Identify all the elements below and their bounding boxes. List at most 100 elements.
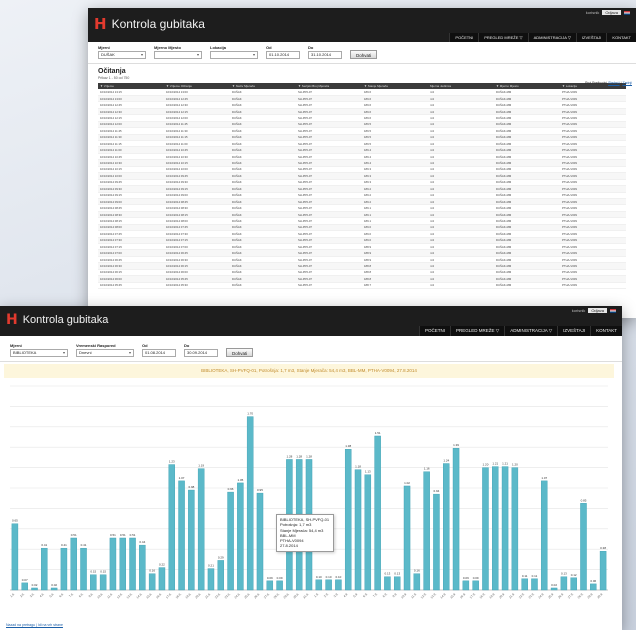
pager-last[interactable]: Zadnji [622, 81, 632, 85]
menu-item-pocetni[interactable]: POČETNI [418, 326, 450, 336]
chart-bar[interactable] [443, 463, 450, 591]
chart-bar[interactable] [256, 492, 264, 591]
chart-bar[interactable] [364, 474, 372, 591]
pager-first-prev[interactable]: Prvi Prethodni [585, 81, 607, 85]
mjerni-select[interactable]: BIBLIOTEKA ▾ [10, 349, 68, 357]
chart-bar[interactable] [541, 480, 548, 591]
chart-bar[interactable] [90, 574, 97, 591]
menu-item-izvestaji[interactable]: IZVEŠTAJI [575, 33, 607, 42]
menu-item-administracija[interactable]: ADMINISTRACIJA ▽ [504, 326, 558, 336]
chart-bar[interactable] [521, 578, 528, 591]
chart-bar[interactable] [384, 576, 391, 591]
chart-bar[interactable] [276, 580, 283, 591]
chart-bar[interactable] [207, 568, 215, 591]
chart-bar[interactable] [266, 580, 274, 591]
dohvati-button[interactable]: Dohvati [350, 50, 378, 59]
chart-bar[interactable] [423, 471, 430, 591]
mjerno-mjesto-select[interactable]: ▾ [154, 51, 202, 59]
chart-bar[interactable] [354, 469, 362, 591]
chart-bar[interactable] [139, 544, 146, 591]
chart-bar[interactable] [570, 577, 577, 591]
chart-bar[interactable] [462, 580, 470, 591]
chart-bar[interactable] [452, 448, 460, 591]
chart-bar[interactable] [237, 482, 244, 591]
menu-item-kontakt[interactable]: KONTAKT [606, 33, 636, 42]
chart-bar[interactable] [168, 464, 175, 591]
pager-next[interactable]: Sledeći [608, 81, 619, 85]
chart-bar[interactable] [335, 579, 342, 591]
table-window: H Kontrola gubitaka korisnik Odjava POČE… [88, 8, 636, 318]
data-label: 0.13 [561, 572, 567, 576]
chart-bar[interactable] [41, 547, 48, 591]
menu-item-administracija[interactable]: ADMINISTRACIJA ▽ [527, 33, 576, 42]
chart-bar[interactable] [325, 579, 332, 591]
chart-bar[interactable] [492, 466, 499, 591]
app-title: Kontrola gubitaka [22, 314, 109, 326]
x-tick-label: 8.9. [382, 592, 388, 598]
consumption-bar-chart[interactable]: 0.65 1.8. 0.07 2.8. 0.02 3.8. 0.41 4.8. 0.02 5.8.… [4, 380, 614, 616]
chart-bar[interactable] [70, 537, 77, 591]
chart-bar[interactable] [550, 587, 558, 591]
chart-bar[interactable] [109, 537, 117, 591]
flag-icon[interactable] [624, 10, 630, 15]
mjerni-value: DUŠAK [101, 52, 115, 57]
chart-bar[interactable] [413, 573, 421, 591]
chart-bar[interactable] [344, 449, 352, 591]
chart-bar[interactable] [129, 537, 136, 591]
chart-bar[interactable] [374, 435, 381, 591]
chart-bar[interactable] [188, 489, 195, 591]
chart-bar[interactable] [50, 587, 58, 591]
x-tick-label: 14.9. [439, 592, 447, 600]
lokacija-select[interactable]: ▾ [210, 51, 258, 59]
x-tick-label: 12.9. [420, 592, 428, 600]
app-logo[interactable]: H Kontrola gubitaka [94, 15, 205, 33]
chart-bar[interactable] [158, 567, 166, 591]
chart-bar[interactable] [60, 547, 68, 591]
chart-bar[interactable] [560, 576, 568, 591]
chart-bar[interactable] [178, 480, 185, 591]
chart-bar[interactable] [472, 580, 479, 591]
chart-bar[interactable] [531, 578, 538, 591]
raspored-select[interactable]: Dnevni ▾ [76, 349, 134, 357]
od-date-input[interactable]: 01.10.2014 [266, 51, 300, 59]
menu-item-pregled-mreze[interactable]: PREGLED MREŽE ▽ [478, 33, 528, 42]
chart-bar[interactable] [119, 537, 126, 591]
chart-bar[interactable] [393, 576, 401, 591]
chart-bar[interactable] [148, 573, 156, 591]
chart-bar[interactable] [99, 574, 107, 591]
chart-bar[interactable] [246, 416, 254, 591]
chart-bar[interactable] [227, 491, 234, 591]
chart-bar[interactable] [482, 467, 489, 591]
menu-item-pocetni[interactable]: POČETNI [449, 33, 479, 42]
flag-icon[interactable] [610, 308, 616, 313]
chart-bar[interactable] [403, 485, 411, 591]
chart-bar[interactable] [80, 547, 87, 591]
mjerni-select[interactable]: DUŠAK ▾ [98, 51, 146, 59]
chart-bar[interactable] [590, 583, 597, 591]
dohvati-button[interactable]: Dohvati [226, 348, 254, 357]
do-date-input[interactable]: 31.10.2014 [308, 51, 342, 59]
chart-bar[interactable] [31, 587, 38, 591]
menu-item-izvestaji[interactable]: IZVEŠTAJI [557, 326, 591, 336]
chart-bar[interactable] [511, 467, 519, 591]
do-date-input[interactable]: 30.09.2014 [184, 349, 218, 357]
footer-links[interactable]: Nazad na pretragu | Idi na vrh strane [6, 623, 63, 627]
menu-item-kontakt[interactable]: KONTAKT [590, 326, 622, 336]
od-date-input[interactable]: 01.08.2014 [142, 349, 176, 357]
chart-bar[interactable] [197, 468, 205, 591]
x-tick-label: 29.8. [283, 592, 291, 600]
chart-bar[interactable] [599, 551, 607, 591]
chart-bar[interactable] [21, 582, 28, 591]
chart-bar[interactable] [315, 579, 323, 591]
app-logo[interactable]: H Kontrola gubitaka [6, 312, 108, 328]
menu-item-pregled-mreze[interactable]: PREGLED MREŽE ▽ [449, 326, 505, 336]
chart-bar[interactable] [433, 493, 440, 591]
chart-bar[interactable] [11, 523, 19, 591]
x-tick-label: 26.9. [557, 592, 565, 600]
chart-bar[interactable] [580, 503, 587, 591]
chart-bar[interactable] [217, 560, 225, 591]
logout-button[interactable]: Odjava [602, 10, 621, 15]
chart-bar[interactable] [501, 466, 509, 591]
table-cell: SH-PF5-07 [296, 282, 362, 290]
logout-button[interactable]: Odjava [588, 308, 607, 313]
